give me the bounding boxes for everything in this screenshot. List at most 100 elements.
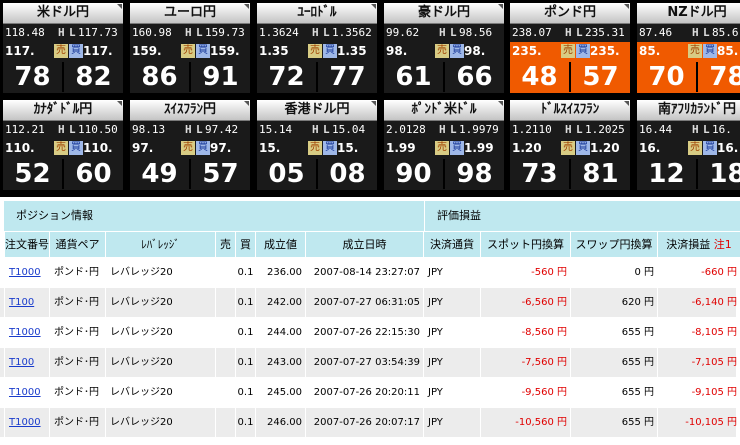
column-header: 注文番号: [4, 232, 49, 257]
sell-badge[interactable]: 売: [435, 44, 449, 58]
high-low-row: 2.0128 H L 1.9979: [384, 121, 504, 139]
low-value: 16.: [712, 123, 732, 136]
sell-pips-button[interactable]: 61: [384, 60, 443, 94]
sell-pips-button[interactable]: 86: [130, 60, 189, 94]
buy-pips-button[interactable]: 98: [445, 157, 504, 191]
sell-badge[interactable]: 売: [308, 141, 322, 155]
sell-badge[interactable]: 売: [54, 44, 68, 58]
high-value: 1.3624: [259, 26, 299, 39]
low-label: L: [576, 26, 583, 39]
sell-pips-button[interactable]: 52: [3, 157, 62, 191]
rate-tile[interactable]: 香港ドル円 15.14 H L 15.04 15. 売買 15. 05 08: [257, 100, 377, 190]
column-header-label: ﾚﾊﾞﾚｯｼﾞ: [141, 238, 180, 251]
buy-badge[interactable]: 買: [703, 44, 717, 58]
sell-price-prefix: 16.: [639, 141, 661, 155]
rate-tile[interactable]: ﾄﾞﾙｽｲｽﾌﾗﾝ 1.2110 H L 1.2025 1.20 売買 1.20 73 81: [510, 100, 630, 190]
pips-row: 70 78: [637, 60, 740, 93]
buy-pips-button[interactable]: 91: [191, 60, 250, 94]
rate-tile[interactable]: ｽｲｽﾌﾗﾝ円 98.13 H L 97.42 97. 売買 97. 49 57: [130, 100, 250, 190]
order-number-link[interactable]: T100: [9, 357, 34, 368]
rate-tile[interactable]: ユーロ円 160.98 H L 159.73 159. 売買 159. 86 91: [130, 3, 250, 93]
order-number-link[interactable]: T1000: [9, 327, 41, 338]
buy-pips-button[interactable]: 66: [445, 60, 504, 94]
sell-pips-button[interactable]: 70: [637, 60, 696, 94]
sell-pips-button[interactable]: 05: [257, 157, 316, 191]
high-label: H: [692, 123, 699, 136]
sell-badge[interactable]: 売: [181, 44, 195, 58]
buy-badge[interactable]: 買: [196, 141, 210, 155]
sell-pips-button[interactable]: 49: [130, 157, 189, 191]
sell-badge[interactable]: 売: [54, 141, 68, 155]
rate-tile[interactable]: 南ｱﾌﾘｶﾗﾝﾄﾞ円 16.44 H L 16. 16. 売買 16. 12 18: [637, 100, 740, 190]
sell-pips-button[interactable]: 48: [510, 60, 569, 94]
sell-badge[interactable]: 売: [308, 44, 322, 58]
corner-arrow-icon: [498, 101, 503, 106]
high-label: H: [58, 123, 65, 136]
sell-badge[interactable]: 売: [181, 141, 195, 155]
rate-tile[interactable]: ｶﾅﾀﾞﾄﾞﾙ円 112.21 H L 110.50 110. 売買 110. 52 60: [3, 100, 123, 190]
low-label: L: [703, 123, 710, 136]
buy-badge[interactable]: 買: [196, 44, 210, 58]
buy-badge[interactable]: 買: [703, 141, 717, 155]
sell-pips-button[interactable]: 73: [510, 157, 569, 191]
buy-badge[interactable]: 買: [323, 141, 337, 155]
cell-datetime: 2007-07-27 03:54:39: [305, 348, 423, 377]
column-header-label: 注文番号: [5, 238, 49, 251]
cell-pl: -660 円: [657, 258, 740, 287]
buy-badge[interactable]: 買: [450, 141, 464, 155]
high-low-row: 16.44 H L 16.: [637, 121, 740, 139]
rate-tile[interactable]: ポンド円 238.07 H L 235.31 235. 売買 235. 48 57: [510, 3, 630, 93]
buy-pips-button[interactable]: 78: [698, 60, 740, 94]
high-label: H: [692, 26, 699, 39]
cell-currency: JPY: [423, 408, 480, 437]
buy-pips-button[interactable]: 60: [64, 157, 123, 191]
buy-pips-button[interactable]: 77: [318, 60, 377, 94]
buy-badge[interactable]: 買: [69, 141, 83, 155]
buy-price-prefix: 235.: [590, 44, 620, 58]
column-header-label: 成立日時: [342, 238, 387, 251]
sell-badge[interactable]: 売: [688, 141, 702, 155]
buy-pips-button[interactable]: 81: [571, 157, 630, 191]
sell-pips-button[interactable]: 72: [257, 60, 316, 94]
sell-badge[interactable]: 売: [688, 44, 702, 58]
buy-badge[interactable]: 買: [576, 141, 590, 155]
corner-arrow-icon: [371, 101, 376, 106]
cell-leverage: レバレッジ20: [105, 348, 215, 377]
sell-badge[interactable]: 売: [561, 44, 575, 58]
order-number-link[interactable]: T100: [9, 297, 34, 308]
buy-badge[interactable]: 買: [69, 44, 83, 58]
rate-tile[interactable]: ﾕｰﾛﾄﾞﾙ 1.3624 H L 1.3562 1.35 売買 1.35 72 77: [257, 3, 377, 93]
rate-tile[interactable]: 米ドル円 118.48 H L 117.73 117. 売買 117. 78 82: [3, 3, 123, 93]
buy-pips-button[interactable]: 18: [698, 157, 740, 191]
sell-price-prefix: 110.: [5, 141, 35, 155]
order-number-link[interactable]: T1000: [9, 417, 41, 428]
low-value: 15.04: [332, 123, 366, 136]
sell-pips-button[interactable]: 90: [384, 157, 443, 191]
cell-order: T1000: [4, 408, 49, 437]
sell-badge[interactable]: 売: [561, 141, 575, 155]
buy-pips-button[interactable]: 08: [318, 157, 377, 191]
rate-tile[interactable]: NZドル円 87.46 H L 85.6 85. 売買 85. 70 78: [637, 3, 740, 93]
buy-badge[interactable]: 買: [576, 44, 590, 58]
buy-badge[interactable]: 買: [450, 44, 464, 58]
order-number-link[interactable]: T1000: [9, 267, 41, 278]
buy-pips-button[interactable]: 82: [64, 60, 123, 94]
sell-pips-button[interactable]: 78: [3, 60, 62, 94]
cell-sell: [215, 348, 235, 377]
rate-tile[interactable]: 豪ドル円 99.62 H L 98.56 98. 売買 98. 61 66: [384, 3, 504, 93]
buy-badge[interactable]: 買: [323, 44, 337, 58]
cell-sell: [215, 408, 235, 437]
low-label: L: [69, 26, 76, 39]
table-row: T1000 ポンド･円 レバレッジ20 0.1 246.00 2007-07-26 20:…: [0, 408, 737, 437]
column-header-label: スポット円換算: [487, 238, 564, 251]
sell-pips-button[interactable]: 12: [637, 157, 696, 191]
cell-sell: [215, 258, 235, 287]
sell-badge[interactable]: 売: [435, 141, 449, 155]
cell-sell: [215, 288, 235, 317]
order-number-link[interactable]: T1000: [9, 387, 41, 398]
rate-tile[interactable]: ﾎﾟﾝﾄﾞ米ﾄﾞﾙ 2.0128 H L 1.9979 1.99 売買 1.99 90 98: [384, 100, 504, 190]
high-value: 98.13: [132, 123, 166, 136]
buy-pips-button[interactable]: 57: [191, 157, 250, 191]
high-low-row: 112.21 H L 110.50: [3, 121, 123, 139]
buy-pips-button[interactable]: 57: [571, 60, 630, 94]
